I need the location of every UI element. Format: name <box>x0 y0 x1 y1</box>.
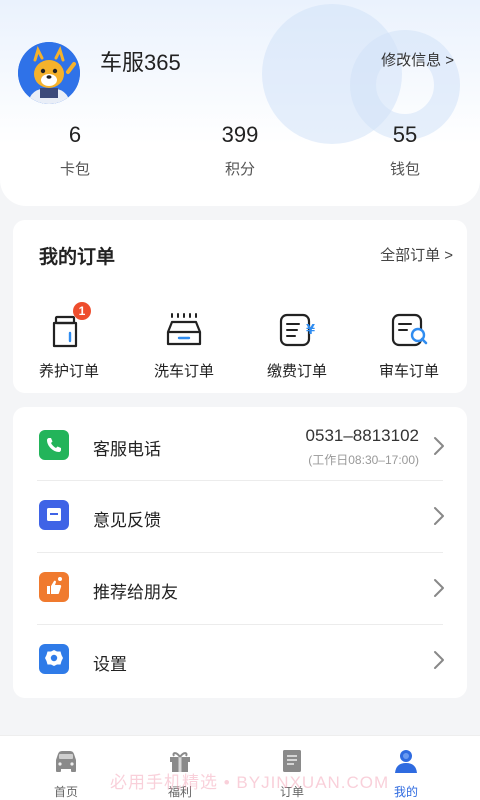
order-label: 洗车订单 <box>153 363 214 380</box>
tab-label: 首页 <box>53 785 78 799</box>
stat-label: 钱包 <box>389 161 420 178</box>
menu-label: 客服电话 <box>93 440 161 459</box>
menu-label: 意见反馈 <box>93 511 161 530</box>
order-label: 审车订单 <box>378 363 439 380</box>
menu-item-feedback[interactable]: 意见反馈 <box>37 481 444 553</box>
stat-value: 399 <box>221 122 259 147</box>
maintenance-order-icon: 1 <box>47 302 91 352</box>
chevron-right-icon <box>434 437 444 455</box>
username: 车服365 <box>100 50 181 75</box>
car-wash-icon <box>162 308 206 352</box>
settings-icon <box>39 644 69 674</box>
menu-label: 设置 <box>93 655 127 674</box>
profile-header: 车服365 修改信息 > 6 卡包 399 积分 55 钱包 <box>0 0 480 206</box>
svg-text:¥: ¥ <box>306 323 315 338</box>
order-payment[interactable]: ¥ 缴费订单 <box>247 308 347 381</box>
menu-item-customer-service[interactable]: 客服电话 0531–8813102 (工作日08:30–17:00) <box>37 409 444 481</box>
stat-value: 6 <box>68 122 82 147</box>
order-label: 养护订单 <box>38 363 99 380</box>
all-orders-link[interactable]: 全部订单 > <box>380 244 453 265</box>
service-hours: (工作日08:30–17:00) <box>308 453 419 467</box>
order-label: 缴费订单 <box>266 363 327 380</box>
phone-number: 0531–8813102 <box>305 426 419 445</box>
car-icon <box>56 751 76 772</box>
settings-menu-card: 客服电话 0531–8813102 (工作日08:30–17:00) 意见反馈 … <box>13 407 467 698</box>
order-maintenance[interactable]: 1 养护订单 <box>19 302 119 381</box>
stat-card-pack[interactable]: 6 卡包 <box>15 122 135 179</box>
tab-home[interactable]: 首页 <box>26 748 106 800</box>
order-inspection[interactable]: 审车订单 <box>359 308 459 381</box>
chevron-right-icon <box>434 507 444 525</box>
recommend-icon <box>39 572 69 602</box>
avatar[interactable] <box>18 42 80 104</box>
payment-order-icon: ¥ <box>275 308 319 352</box>
feedback-icon <box>39 500 69 530</box>
user-icon <box>395 750 417 773</box>
inspection-order-icon <box>387 308 431 352</box>
stat-label: 卡包 <box>59 161 90 178</box>
stat-wallet[interactable]: 55 钱包 <box>345 122 465 179</box>
order-car-wash[interactable]: 洗车订单 <box>134 308 234 381</box>
stat-value: 55 <box>392 122 418 147</box>
menu-item-recommend[interactable]: 推荐给朋友 <box>37 553 444 625</box>
my-orders-card: 我的订单 全部订单 > 1 养护订单 洗车订单 ¥ 缴费订单 审车订单 <box>13 220 467 393</box>
menu-item-settings[interactable]: 设置 <box>37 625 444 697</box>
stat-points[interactable]: 399 积分 <box>180 122 300 179</box>
watermark-text: 必用手机精选 • BYJINXUAN.COM <box>110 773 390 792</box>
stat-label: 积分 <box>224 161 255 178</box>
menu-label: 推荐给朋友 <box>93 583 178 602</box>
chevron-right-icon <box>434 651 444 669</box>
orders-title: 我的订单 <box>39 247 116 268</box>
edit-profile-link[interactable]: 修改信息 > <box>381 49 454 70</box>
order-badge: 1 <box>73 302 91 320</box>
phone-icon <box>39 430 69 460</box>
chevron-right-icon <box>434 579 444 597</box>
